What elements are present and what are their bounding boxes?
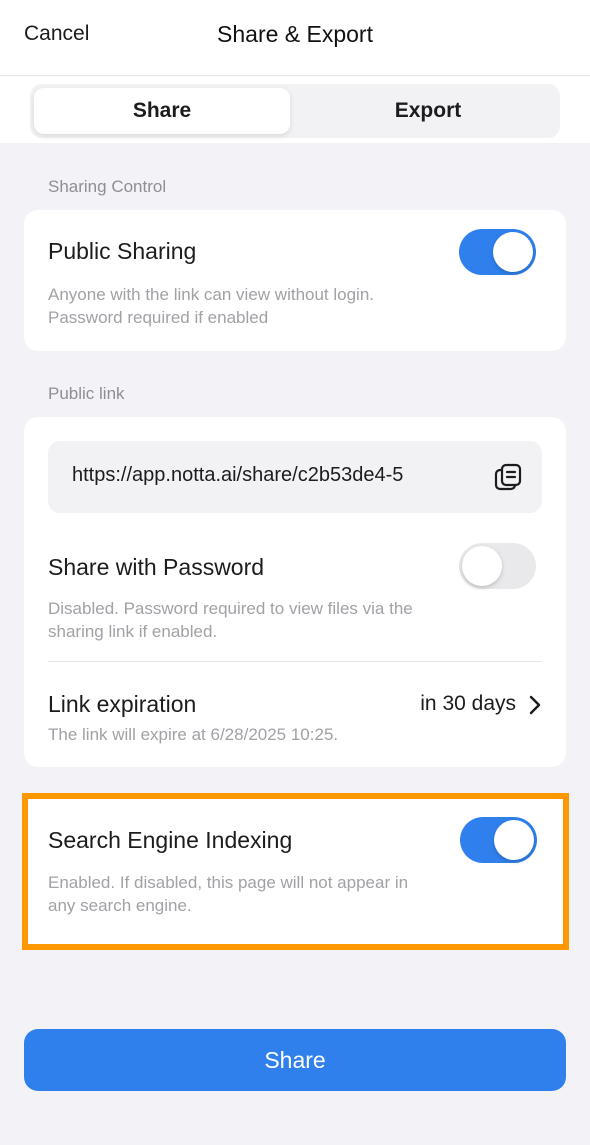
- search-engine-indexing-card: Search Engine Indexing Enabled. If disab…: [22, 793, 569, 950]
- public-link-card: https://app.notta.ai/share/c2b53de4-5 Sh…: [24, 417, 566, 767]
- share-with-password-description: Disabled. Password required to view file…: [48, 599, 413, 641]
- search-engine-indexing-title: Search Engine Indexing: [48, 827, 293, 853]
- search-engine-indexing-description: Enabled. If disabled, this page will not…: [48, 873, 409, 915]
- chevron-right-icon: [524, 693, 544, 717]
- public-sharing-title: Public Sharing: [48, 238, 197, 264]
- copy-icon[interactable]: [492, 461, 524, 493]
- page-title: Share & Export: [217, 21, 373, 47]
- share-with-password-title: Share with Password: [48, 554, 265, 580]
- public-link-field[interactable]: https://app.notta.ai/share/c2b53de4-5: [48, 441, 542, 513]
- tab-export[interactable]: Export: [300, 88, 556, 134]
- toggle-knob: [494, 820, 534, 860]
- public-sharing-description: Anyone with the link can view without lo…: [48, 285, 375, 327]
- public-link-section-label: Public link: [48, 384, 125, 403]
- link-expiration-description: The link will expire at 6/28/2025 10:25.: [48, 725, 339, 744]
- public-sharing-card: Public Sharing Anyone with the link can …: [24, 210, 566, 351]
- link-expiration-title: Link expiration: [48, 691, 197, 717]
- share-button[interactable]: Share: [24, 1029, 566, 1091]
- top-bar: Cancel Share & Export Share Export: [0, 0, 590, 143]
- share-with-password-toggle[interactable]: [459, 543, 536, 589]
- share-export-segmented-control: Share Export: [30, 84, 560, 138]
- search-engine-indexing-toggle[interactable]: [460, 817, 537, 863]
- tab-share[interactable]: Share: [34, 88, 290, 134]
- toggle-knob: [493, 232, 533, 272]
- navigation-bar: Cancel Share & Export: [0, 0, 590, 76]
- sharing-control-section-label: Sharing Control: [48, 177, 167, 196]
- divider: [48, 661, 542, 662]
- toggle-knob: [462, 546, 502, 586]
- public-link-url: https://app.notta.ai/share/c2b53de4-5: [72, 464, 404, 486]
- public-sharing-toggle[interactable]: [459, 229, 536, 275]
- link-expiration-value: in 30 days: [420, 692, 516, 715]
